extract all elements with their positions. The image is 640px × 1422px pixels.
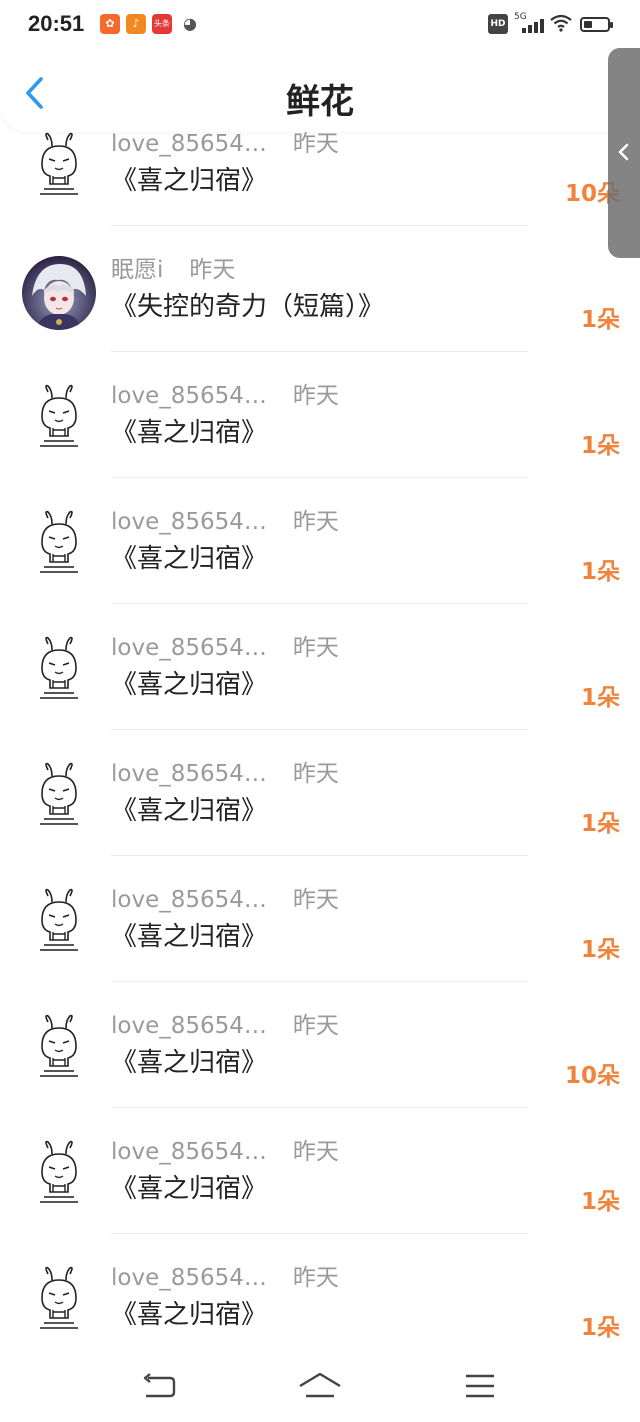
list-item[interactable]: love_85654… 昨天 《喜之归宿》 1朵 [0,604,640,730]
flower-list[interactable]: love_85654… 昨天 《喜之归宿》 10朵 眠愿i 昨天 《失控的奇力（短篇）》 1… [0,132,640,1350]
list-item[interactable]: love_85654… 昨天 《喜之归宿》 1朵 [0,1234,640,1350]
timestamp: 昨天 [292,761,339,787]
flower-count: 10朵 [564,1063,620,1089]
user-avatar-rabbit[interactable] [22,1012,96,1086]
timestamp: 昨天 [292,635,339,661]
timestamp: 昨天 [292,887,339,913]
row-meta: love_85654… 昨天 [111,754,339,788]
timestamp: 昨天 [292,1265,339,1291]
battery-icon [580,17,613,32]
timestamp: 昨天 [292,383,339,409]
row-meta: love_85654… 昨天 [111,132,339,158]
list-item[interactable]: love_85654… 昨天 《喜之归宿》 10朵 [0,982,640,1108]
header: 鲜花 [0,50,640,132]
username[interactable]: love_85654… [111,1013,267,1039]
wifi-icon [550,14,572,34]
book-title[interactable]: 《失控的奇力（短篇）》 [111,286,384,323]
row-meta: love_85654… 昨天 [111,502,339,536]
row-meta: love_85654… 昨天 [111,880,339,914]
timestamp: 昨天 [292,1139,339,1165]
row-meta: love_85654… 昨天 [111,376,339,410]
username[interactable]: 眠愿i [111,257,163,283]
system-nav-bar [0,1350,640,1422]
username[interactable]: love_85654… [111,635,267,661]
book-title[interactable]: 《喜之归宿》 [111,1168,267,1205]
timestamp: 昨天 [292,509,339,535]
user-avatar-rabbit[interactable] [22,508,96,582]
user-avatar-rabbit[interactable] [22,1264,96,1338]
timestamp: 昨天 [292,132,339,157]
flower-count: 1朵 [580,1189,620,1215]
user-avatar-rabbit[interactable] [22,886,96,960]
row-meta: 眠愿i 昨天 [111,250,235,284]
book-title[interactable]: 《喜之归宿》 [111,1042,267,1079]
timestamp: 昨天 [292,1013,339,1039]
book-title[interactable]: 《喜之归宿》 [111,1294,267,1331]
list-item[interactable]: love_85654… 昨天 《喜之归宿》 1朵 [0,352,640,478]
status-time: 20:51 [28,11,85,36]
flower-count: 1朵 [580,559,620,585]
wechat-notification-icon: ◕ [183,14,197,33]
row-meta: love_85654… 昨天 [111,1132,339,1166]
row-meta: love_85654… 昨天 [111,1258,339,1292]
username[interactable]: love_85654… [111,132,267,157]
list-item[interactable]: love_85654… 昨天 《喜之归宿》 10朵 [0,132,640,226]
hd-badge: HD [488,14,508,34]
book-title[interactable]: 《喜之归宿》 [111,160,267,197]
user-avatar-rabbit[interactable] [22,1138,96,1212]
side-panel-tab[interactable] [608,48,640,258]
home-nav-icon[interactable] [298,1370,342,1402]
chevron-left-icon [618,143,629,161]
toutiao-notification-icon: 头条 [152,14,172,34]
username[interactable]: love_85654… [111,887,267,913]
user-avatar-rabbit[interactable] [22,634,96,708]
status-bar: 20:51 ✿ ♪ 头条 ◕ HD 5G [0,0,640,50]
username[interactable]: love_85654… [111,383,267,409]
list-item[interactable]: love_85654… 昨天 《喜之归宿》 1朵 [0,730,640,856]
douyin-notification-icon: ♪ [126,14,146,34]
list-item[interactable]: love_85654… 昨天 《喜之归宿》 1朵 [0,1108,640,1234]
user-avatar-rabbit[interactable] [22,382,96,456]
username[interactable]: love_85654… [111,509,267,535]
book-title[interactable]: 《喜之归宿》 [111,916,267,953]
menu-nav-icon[interactable] [462,1370,498,1402]
app-notification-icon: ✿ [100,14,120,34]
row-meta: love_85654… 昨天 [111,1006,339,1040]
book-title[interactable]: 《喜之归宿》 [111,664,267,701]
flower-count: 1朵 [580,937,620,963]
flower-count: 1朵 [580,433,620,459]
flower-count: 1朵 [580,307,620,333]
username[interactable]: love_85654… [111,1139,267,1165]
back-nav-icon[interactable] [142,1370,178,1402]
username[interactable]: love_85654… [111,761,267,787]
flower-count: 1朵 [580,1315,620,1341]
book-title[interactable]: 《喜之归宿》 [111,538,267,575]
user-avatar-rabbit[interactable] [22,760,96,834]
timestamp: 昨天 [189,257,236,283]
list-item[interactable]: love_85654… 昨天 《喜之归宿》 1朵 [0,478,640,604]
user-avatar-anime[interactable] [22,256,96,330]
book-title[interactable]: 《喜之归宿》 [111,790,267,827]
signal-icon: 5G [514,12,544,34]
user-avatar-rabbit[interactable] [22,132,96,204]
page-title: 鲜花 [286,82,354,122]
book-title[interactable]: 《喜之归宿》 [111,412,267,449]
username[interactable]: love_85654… [111,1265,267,1291]
row-meta: love_85654… 昨天 [111,628,339,662]
list-item[interactable]: love_85654… 昨天 《喜之归宿》 1朵 [0,856,640,982]
flower-count: 1朵 [580,685,620,711]
list-item[interactable]: 眠愿i 昨天《失控的奇力（短篇）》 1朵 [0,226,640,352]
flower-count: 1朵 [580,811,620,837]
